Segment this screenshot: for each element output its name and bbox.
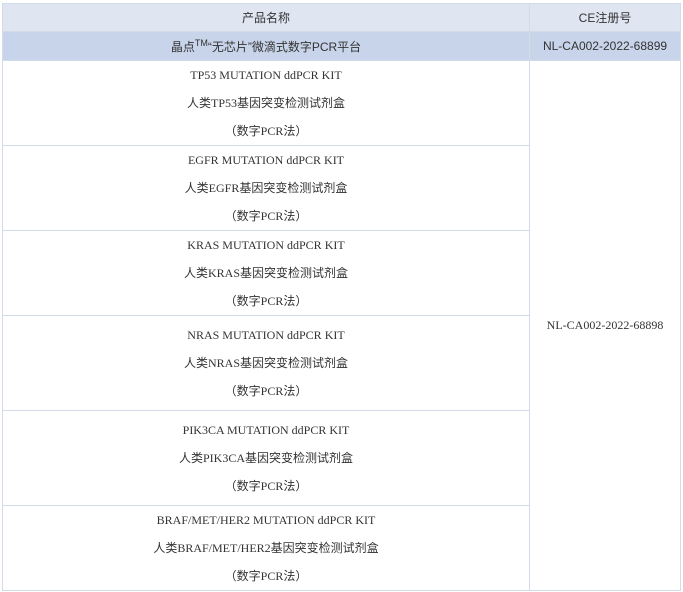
kit-en-name: PIK3CA MUTATION ddPCR KIT (182, 423, 350, 437)
kit-cell: PIK3CA MUTATION ddPCR KIT 人类PIK3CA基因突变检测… (2, 410, 530, 506)
kit-en-name: EGFR MUTATION ddPCR KIT (187, 153, 345, 167)
table-row: TP53 MUTATION ddPCR KIT 人类TP53基因突变检测试剂盒 … (2, 60, 681, 591)
kit-cn-name: 人类BRAF/MET/HER2基因突变检测试剂盒 (153, 541, 379, 555)
kit-method: （数字PCR法） (224, 384, 308, 398)
kit-method: （数字PCR法） (224, 569, 308, 583)
highlight-row: 晶点TM“无芯片”微滴式数字PCR平台 NL-CA002-2022-68899 (2, 31, 681, 61)
kit-method: （数字PCR法） (224, 479, 308, 493)
kit-method: （数字PCR法） (224, 124, 308, 138)
kit-cell: EGFR MUTATION ddPCR KIT 人类EGFR基因突变检测试剂盒 … (2, 145, 530, 231)
kit-cell: TP53 MUTATION ddPCR KIT 人类TP53基因突变检测试剂盒 … (2, 60, 530, 146)
header-ce-number: CE注册号 (529, 3, 681, 32)
platform-ce-cell: NL-CA002-2022-68899 (529, 31, 681, 61)
kit-cell: KRAS MUTATION ddPCR KIT 人类KRAS基因突变检测试剂盒 … (2, 230, 530, 316)
kit-cn-name: 人类NRAS基因突变检测试剂盒 (183, 356, 348, 370)
kit-cn-name: 人类KRAS基因突变检测试剂盒 (183, 266, 348, 280)
kit-cell: BRAF/MET/HER2 MUTATION ddPCR KIT 人类BRAF/… (2, 505, 530, 591)
kit-method: （数字PCR法） (224, 209, 308, 223)
kit-method: （数字PCR法） (224, 294, 308, 308)
page: 产品名称 CE注册号 晶点TM“无芯片”微滴式数字PCR平台 NL-CA002-… (0, 0, 683, 592)
kit-en-name: NRAS MUTATION ddPCR KIT (187, 328, 345, 342)
platform-name-pre: 晶点 (170, 39, 195, 54)
platform-name-post: “无芯片”微滴式数字PCR平台 (207, 39, 362, 54)
trademark-mark: TM (194, 37, 208, 48)
kit-cn-name: 人类EGFR基因突变检测试剂盒 (184, 181, 348, 195)
kit-cn-name: 人类TP53基因突变检测试剂盒 (186, 96, 345, 110)
header-product-name: 产品名称 (2, 3, 530, 32)
kit-cell: NRAS MUTATION ddPCR KIT 人类NRAS基因突变检测试剂盒 … (2, 315, 530, 411)
platform-product-cell: 晶点TM“无芯片”微滴式数字PCR平台 (2, 31, 530, 61)
table-header-row: 产品名称 CE注册号 (2, 3, 681, 32)
kits-ce-cell: NL-CA002-2022-68898 (529, 60, 681, 591)
kit-en-name: BRAF/MET/HER2 MUTATION ddPCR KIT (156, 513, 376, 527)
kit-cn-name: 人类PIK3CA基因突变检测试剂盒 (178, 451, 353, 465)
kit-en-name: KRAS MUTATION ddPCR KIT (187, 238, 345, 252)
product-ce-table: 产品名称 CE注册号 晶点TM“无芯片”微滴式数字PCR平台 NL-CA002-… (2, 3, 681, 591)
kit-en-name: TP53 MUTATION ddPCR KIT (190, 68, 342, 82)
